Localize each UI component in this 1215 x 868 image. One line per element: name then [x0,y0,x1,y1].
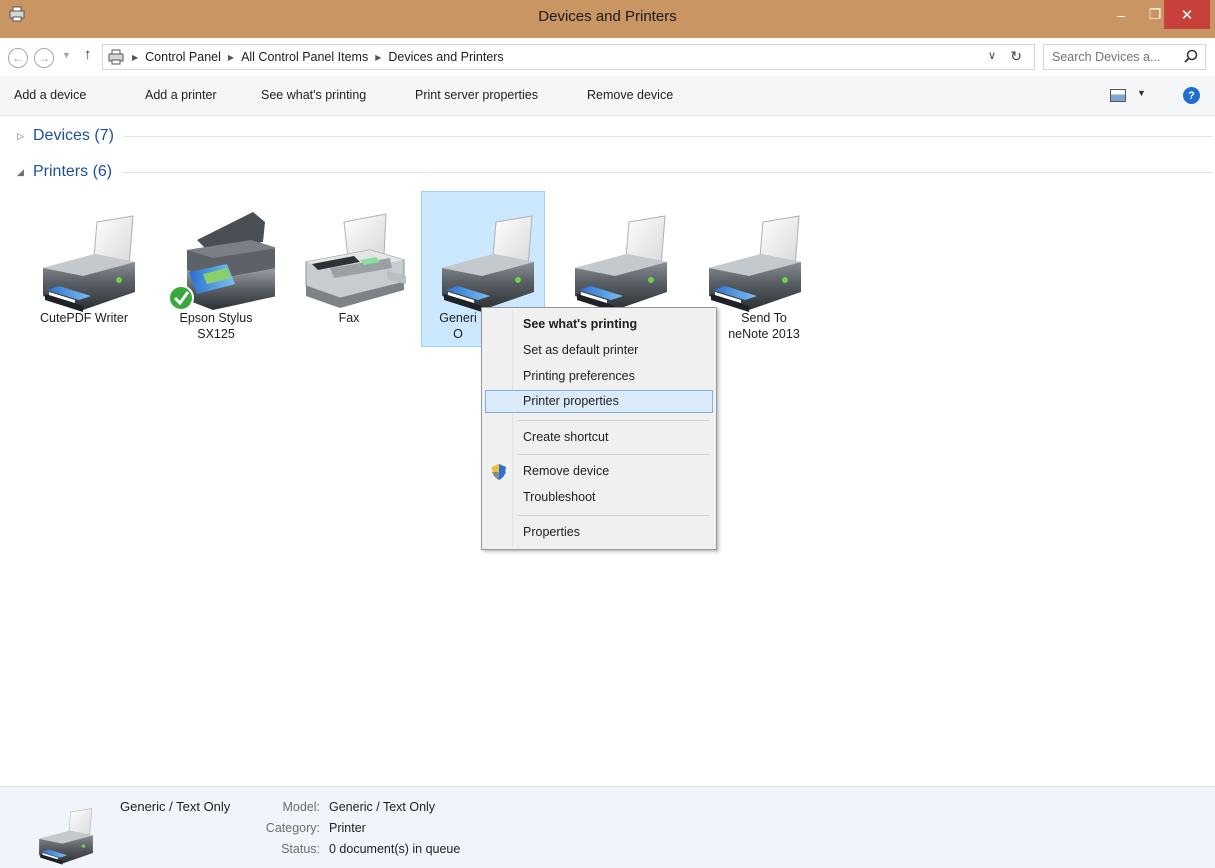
menu-item-printing-preferences[interactable]: Printing preferences [485,365,713,388]
category-label: Category: [265,821,320,835]
window-title: Devices and Printers [538,8,677,25]
search-input[interactable] [1052,50,1182,64]
menu-separator [518,454,710,455]
back-button[interactable]: ← [8,48,28,68]
printer-name: Epson Stylus SX125 [179,311,253,341]
printer-icon [38,808,94,865]
devices-group-header[interactable]: ▷ Devices (7) [17,127,1212,145]
status-value: 0 document(s) in queue [329,842,461,856]
help-icon[interactable]: ? [1183,87,1200,104]
printer-icon [42,215,136,313]
navigation-bar: ← → ▼ ↑ ▶ Control Panel ▶ All Control Pa… [0,38,1215,76]
control-panel-icon [108,49,124,65]
address-bar[interactable]: ▶ Control Panel ▶ All Control Panel Item… [102,44,1035,70]
breadcrumb-control-panel[interactable]: Control Panel [145,50,221,64]
printers-group-header[interactable]: ◢ Printers (6) [17,163,1212,181]
status-label: Status: [281,842,320,856]
devices-group-label[interactable]: Devices (7) [33,127,114,145]
refresh-icon[interactable]: ↻ [1010,48,1022,65]
details-pane: Generic / Text Only Model: Generic / Tex… [0,786,1215,868]
close-button[interactable]: ✕ [1164,0,1210,29]
menu-separator [518,420,710,421]
printer-name: CutePDF Writer [40,311,128,325]
menu-item-troubleshoot[interactable]: Troubleshoot [485,486,713,509]
search-icon[interactable] [1184,49,1198,63]
address-history-dropdown[interactable]: ∨ [988,49,996,62]
minimize-button[interactable]: – [1104,0,1138,29]
menu-item-printer-properties[interactable]: Printer properties [485,390,713,413]
printer-icon [574,215,668,313]
inkjet-printer-icon [168,212,275,311]
breadcrumb-devices-printers[interactable]: Devices and Printers [388,50,503,64]
breadcrumb-all-items[interactable]: All Control Panel Items [241,50,368,64]
back-arrow-icon: ← [12,51,24,65]
search-box[interactable] [1043,44,1206,70]
collapse-arrow-icon[interactable]: ◢ [17,167,33,178]
category-value: Printer [329,821,366,835]
menu-item-properties[interactable]: Properties [485,521,713,544]
printers-group-label[interactable]: Printers (6) [33,163,112,181]
expand-arrow-icon[interactable]: ▷ [17,131,33,142]
group-divider [122,171,1212,173]
breadcrumb-chevron-icon[interactable]: ▶ [132,53,138,62]
up-button[interactable]: ↑ [84,46,92,63]
menu-item-see-whats-printing[interactable]: See what's printing [485,313,713,336]
add-device-button[interactable]: Add a device [14,88,86,102]
remove-device-button[interactable]: Remove device [587,88,673,102]
command-bar: Add a device Add a printer See what's pr… [0,76,1215,116]
printer-icon [708,215,802,313]
forward-button[interactable]: → [34,48,54,68]
model-value: Generic / Text Only [329,800,436,814]
default-checkmark-icon [168,285,194,311]
breadcrumb-chevron-icon[interactable]: ▶ [375,53,381,62]
menu-item-create-shortcut[interactable]: Create shortcut [485,426,713,449]
printer-item-epson[interactable]: Epson Stylus SX125 [154,191,278,347]
group-divider [123,135,1212,137]
change-view-icon[interactable] [1110,89,1126,102]
add-printer-button[interactable]: Add a printer [145,88,217,102]
print-server-properties-button[interactable]: Print server properties [415,88,538,102]
breadcrumb-chevron-icon[interactable]: ▶ [228,53,234,62]
printer-item-fax[interactable]: Fax [287,191,411,347]
title-bar: Devices and Printers – ❐ ✕ [0,0,1215,38]
fax-icon [305,213,406,308]
printer-icon [441,215,535,313]
recent-locations-dropdown[interactable]: ▼ [62,50,71,60]
model-label: Model: [282,800,320,814]
printer-item-cutepdf[interactable]: CutePDF Writer [22,191,146,347]
uac-shield-icon [492,464,506,480]
printer-name: Fax [338,311,360,325]
menu-separator [518,515,710,516]
forward-arrow-icon: → [38,51,50,65]
context-menu: See what's printing Set as default print… [481,307,717,550]
see-whats-printing-button[interactable]: See what's printing [261,88,366,102]
menu-item-set-default[interactable]: Set as default printer [485,339,713,362]
menu-item-remove-device[interactable]: Remove device [485,460,713,483]
view-options-dropdown[interactable]: ▼ [1137,88,1146,98]
selected-device-name: Generic / Text Only [120,799,231,814]
